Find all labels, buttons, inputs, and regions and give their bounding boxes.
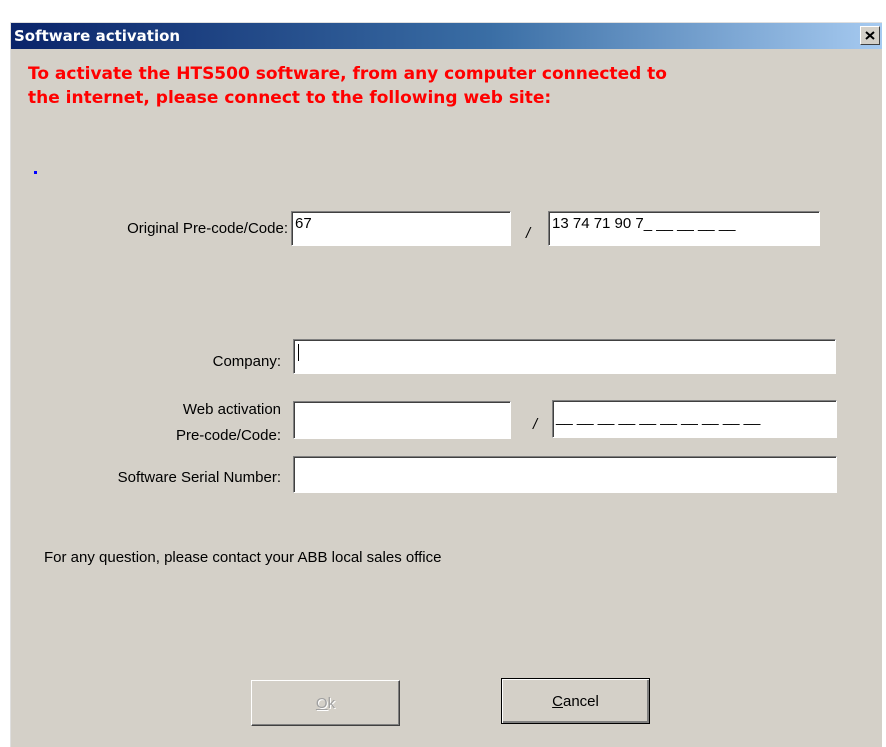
window-title: Software activation <box>14 27 181 45</box>
original-precode-value: 67 <box>295 215 312 232</box>
web-code-value: __ __ __ __ __ __ __ __ __ __ <box>556 409 761 426</box>
cancel-label-rest: ancel <box>562 692 599 710</box>
serial-number-input[interactable] <box>293 456 837 493</box>
original-code-label: Original Pre-code/Code: <box>127 220 288 237</box>
serial-number-label: Software Serial Number: <box>117 469 281 486</box>
web-precode-field[interactable] <box>293 401 511 439</box>
software-activation-dialog: Software activation To activate the HTS5… <box>10 22 882 747</box>
instruction-line-1: To activate the HTS500 software, from an… <box>28 64 667 84</box>
activation-website-link[interactable] <box>34 171 37 174</box>
web-activation-label-line-1: Web activation <box>182 401 281 418</box>
ok-label-rest: k <box>327 694 336 712</box>
close-button[interactable] <box>860 26 880 45</box>
original-precode-field[interactable]: 67 <box>291 211 511 246</box>
cancel-button[interactable]: Cancel <box>501 678 650 724</box>
web-code-separator: / <box>533 416 538 433</box>
company-label: Company: <box>212 353 281 370</box>
text-caret <box>298 344 299 361</box>
activation-instructions: To activate the HTS500 software, from an… <box>28 62 808 110</box>
ok-mnemonic: O <box>315 694 328 712</box>
company-input[interactable] <box>293 339 836 374</box>
ok-button[interactable]: Ok <box>251 680 400 726</box>
original-code-field[interactable]: 13 74 71 90 7_ __ __ __ __ <box>548 211 820 246</box>
contact-info-text: For any question, please contact your AB… <box>44 549 442 566</box>
instruction-line-2: the internet, please connect to the foll… <box>28 88 552 108</box>
cancel-mnemonic: C <box>552 692 563 710</box>
web-activation-label-line-2: Pre-code/Code: <box>175 427 281 444</box>
title-bar[interactable]: Software activation <box>11 23 882 49</box>
original-code-value: 13 74 71 90 7_ __ __ __ __ <box>552 215 736 232</box>
close-icon <box>865 31 875 40</box>
original-code-separator: / <box>526 225 531 242</box>
web-code-field[interactable]: __ __ __ __ __ __ __ __ __ __ <box>552 400 837 438</box>
